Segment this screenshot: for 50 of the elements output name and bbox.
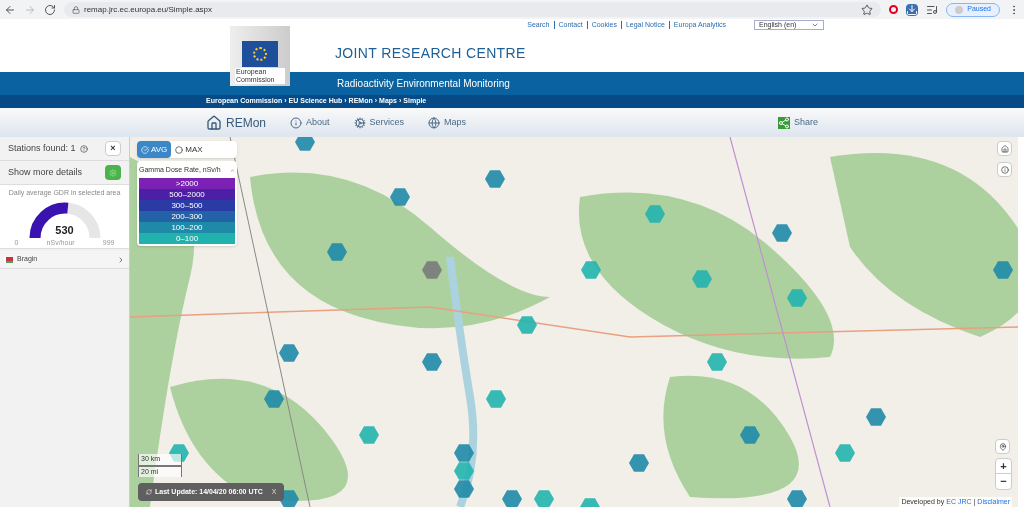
stations-found-label: Stations found: 1	[8, 141, 88, 156]
home-icon	[1000, 144, 1009, 153]
close-button[interactable]: ×	[105, 141, 121, 156]
gear-icon	[109, 168, 117, 177]
belarus-flag-icon	[4, 256, 13, 263]
download-icon[interactable]	[906, 3, 919, 16]
legend-item: 300–500	[139, 199, 235, 211]
lock-icon	[72, 5, 80, 14]
refresh-icon	[146, 489, 152, 495]
legend-item: >2000	[139, 177, 235, 189]
legend-item: 200–300	[139, 210, 235, 222]
map-pin-icon	[998, 442, 1007, 451]
info-button[interactable]	[997, 162, 1012, 177]
nav-link[interactable]: Services	[353, 115, 405, 130]
checked-circle-icon	[141, 145, 149, 154]
address-bar[interactable]: remap.jrc.ec.europa.eu/Simple.aspx	[64, 2, 882, 17]
home-icon	[206, 114, 222, 131]
info-icon	[290, 116, 302, 129]
gauge-value: 530	[54, 223, 75, 238]
nav-link[interactable]: About	[290, 115, 330, 130]
mode-toggle[interactable]: AVG	[137, 141, 172, 158]
help-icon[interactable]	[79, 144, 88, 153]
zoom-in-button[interactable]: +	[996, 459, 1011, 474]
circle-icon	[175, 145, 184, 154]
site-title: JOINT RESEARCH CENTRE	[335, 43, 527, 63]
back-icon[interactable]	[4, 3, 16, 16]
home-button[interactable]	[997, 141, 1012, 156]
locate-button[interactable]	[995, 439, 1010, 454]
bookmark-star-icon[interactable]	[861, 3, 874, 16]
media-list-icon[interactable]	[926, 3, 939, 16]
legend-item: 500–2000	[139, 188, 235, 200]
globe-icon	[428, 116, 441, 129]
site-subtitle: Radioactivity Environmental Monitoring	[337, 77, 510, 91]
details-label: Show more details	[8, 165, 83, 179]
ring-icon[interactable]	[889, 5, 899, 14]
collapse-icon	[230, 167, 235, 173]
nav-link[interactable]: REMon	[206, 113, 266, 132]
avatar-icon	[955, 5, 964, 14]
mode-toggle[interactable]: MAX	[171, 141, 207, 158]
gears-icon	[353, 116, 366, 129]
nav-link[interactable]: Maps	[428, 115, 467, 130]
info-icon	[1000, 165, 1009, 174]
eu-flag-icon	[242, 41, 278, 67]
legend-item: 0–100	[139, 232, 235, 244]
zoom-out-button[interactable]: −	[996, 474, 1011, 489]
share-link[interactable]: Share	[777, 115, 818, 130]
reload-icon[interactable]	[44, 3, 56, 16]
legend-item: 100–200	[139, 221, 235, 233]
details-toggle-button[interactable]	[105, 165, 121, 180]
share-icon	[777, 116, 790, 129]
